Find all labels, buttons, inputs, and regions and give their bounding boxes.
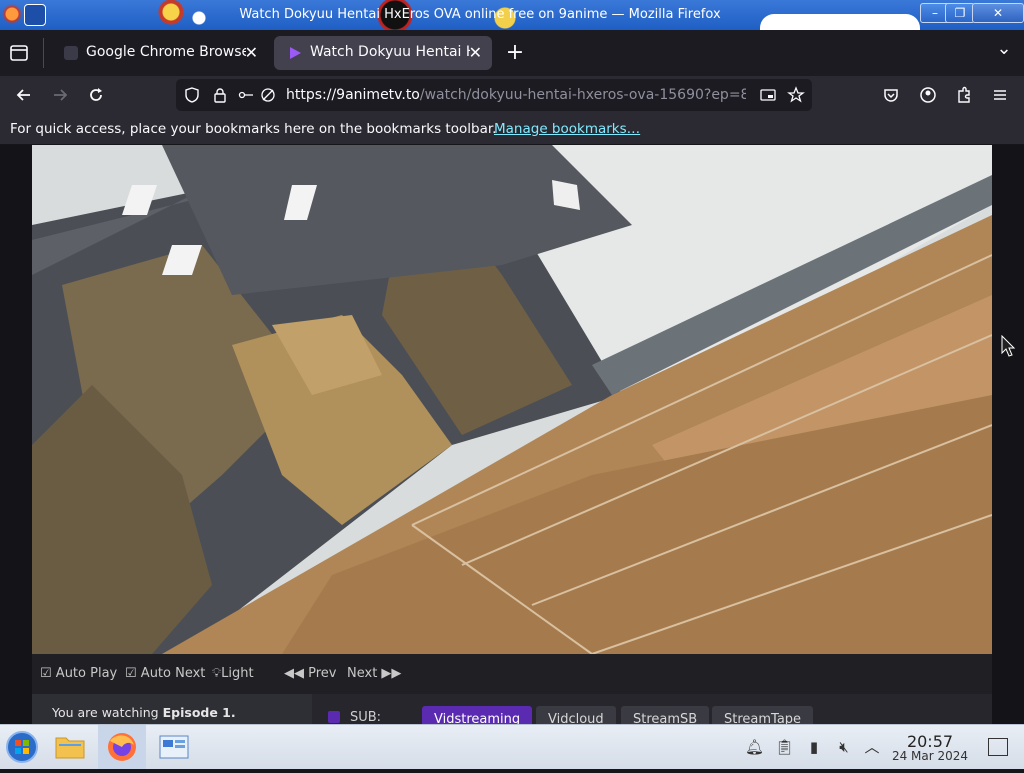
next-label: Next: [347, 666, 378, 681]
cc-icon: [328, 711, 340, 723]
play-favicon-icon: [290, 47, 301, 59]
bookmarks-toolbar: For quick access, place your bookmarks h…: [0, 114, 1024, 144]
taskbar: 🔔︎ 📋︎ ▮ 🔇︎ ︿ 20:57 24 Mar 2024: [0, 724, 1024, 769]
window-title: Watch Dokyuu Hentai HxEros OVA online fr…: [239, 7, 721, 22]
control-panel-button[interactable]: [155, 729, 193, 765]
url-text[interactable]: https://9animetv.to/watch/dokyuu-hentai-…: [286, 87, 746, 103]
sub-label: SUB:: [350, 710, 382, 725]
permissions-icon[interactable]: [238, 87, 254, 103]
url-bar[interactable]: https://9animetv.to/watch/dokyuu-hentai-…: [176, 79, 812, 111]
shield-icon[interactable]: [184, 87, 200, 103]
bookmarks-hint-text: For quick access, place your bookmarks h…: [10, 121, 497, 137]
arrow-right-icon: [54, 89, 68, 101]
forward-button[interactable]: [46, 82, 74, 108]
now-watching-text: You are watching Episode 1.: [52, 705, 236, 720]
notifications-icon[interactable]: 🔔︎: [745, 738, 764, 756]
checkbox-icon: ☑: [125, 666, 141, 681]
lock-icon[interactable]: [212, 87, 228, 103]
new-tab-button[interactable]: +: [505, 40, 525, 65]
tab-google-chrome[interactable]: Google Chrome Browser ✕: [50, 36, 268, 70]
pocket-icon[interactable]: [882, 86, 900, 104]
close-tab-icon[interactable]: ✕: [469, 43, 482, 62]
lightbulb-icon: 💡︎: [212, 666, 222, 681]
folder-icon: [55, 737, 85, 759]
show-hidden-icons-icon[interactable]: ︿: [863, 738, 881, 756]
titlebar-decoration: [760, 14, 920, 30]
checkbox-icon: ☑: [40, 666, 56, 681]
tab-label: Google Chrome Browser: [86, 44, 246, 60]
menu-hamburger-icon[interactable]: [991, 86, 1009, 104]
watching-prefix: You are watching: [52, 705, 159, 720]
light-label: Light: [221, 666, 254, 681]
account-icon[interactable]: [919, 86, 937, 104]
auto-play-label: Auto Play: [55, 666, 118, 681]
maximize-button[interactable]: ❐: [945, 3, 975, 23]
tab-divider: [43, 38, 44, 68]
firefox-view-button[interactable]: [8, 42, 30, 64]
picture-in-picture-icon[interactable]: [760, 87, 776, 103]
control-panel-icon: [159, 735, 189, 759]
light-toggle[interactable]: 💡︎Light: [212, 666, 254, 681]
server-selector: You are watching Episode 1. SUB: Vidstre…: [32, 694, 992, 734]
episode-number: Episode 1.: [162, 705, 236, 720]
tab-label: Watch Dokyuu Hentai Hx: [310, 44, 470, 60]
mouse-cursor-icon: [1001, 335, 1016, 357]
tab-9anime[interactable]: Watch Dokyuu Hentai Hx ✕: [274, 36, 492, 70]
video-frame-image: [32, 145, 992, 654]
firefox-icon[interactable]: [2, 4, 22, 24]
battery-icon[interactable]: ▮: [805, 738, 823, 756]
tracking-blocked-icon[interactable]: [260, 87, 276, 103]
arrow-left-icon: [16, 89, 30, 101]
start-orb-icon: [6, 731, 38, 763]
close-window-button[interactable]: ✕: [972, 3, 1024, 23]
start-menu-button[interactable]: [3, 729, 41, 765]
show-desktop-icon[interactable]: [988, 738, 1008, 756]
prev-episode-button[interactable]: ◀◀ Prev: [284, 666, 337, 681]
back-button[interactable]: [10, 82, 38, 108]
window-menu-icon[interactable]: [24, 4, 46, 26]
tab-bar: Google Chrome Browser ✕ Watch Dokyuu Hen…: [0, 30, 1024, 76]
player-controls: ☑ Auto Play ☑ Auto Next 💡︎Light ◀◀ Prev …: [32, 654, 992, 694]
prev-label: Prev: [308, 666, 337, 681]
window-titlebar: Watch Dokyuu Hentai HxEros OVA online fr…: [0, 0, 1024, 30]
auto-next-label: Auto Next: [140, 666, 206, 681]
volume-muted-icon[interactable]: 🔇︎: [835, 738, 853, 756]
auto-next-toggle[interactable]: ☑ Auto Next: [125, 666, 205, 681]
close-tab-icon[interactable]: ✕: [245, 43, 258, 62]
manage-bookmarks-link[interactable]: Manage bookmarks…: [494, 121, 640, 137]
rewind-icon: ◀◀: [284, 666, 309, 681]
next-episode-button[interactable]: Next ▶▶: [347, 666, 401, 681]
auto-play-toggle[interactable]: ☑ Auto Play: [40, 666, 117, 681]
tab-favicon-icon: [64, 46, 78, 60]
reload-icon: [90, 88, 102, 101]
firefox-taskbar-button[interactable]: [98, 725, 146, 769]
now-watching-panel: You are watching Episode 1.: [32, 694, 312, 724]
firefox-icon: [108, 733, 136, 761]
clock-date[interactable]: 24 Mar 2024: [880, 749, 980, 763]
page-content: ☑ Auto Play ☑ Auto Next 💡︎Light ◀◀ Prev …: [0, 145, 1024, 734]
firefox-view-icon: [10, 45, 28, 61]
extensions-icon[interactable]: [955, 86, 973, 104]
url-host: https://9animetv.to: [286, 87, 420, 103]
reload-button[interactable]: [82, 82, 110, 108]
bookmark-star-icon[interactable]: [787, 86, 805, 104]
fast-forward-icon: ▶▶: [377, 666, 402, 681]
clipboard-icon[interactable]: 📋︎: [775, 738, 794, 756]
file-manager-button[interactable]: [51, 729, 89, 765]
url-path: /watch/dokyuu-hentai-hxeros-ova-15690?ep…: [419, 87, 746, 103]
list-all-tabs-button[interactable]: ⌄: [994, 38, 1014, 59]
navigation-toolbar: https://9animetv.to/watch/dokyuu-hentai-…: [0, 76, 1024, 114]
video-player[interactable]: [32, 145, 992, 654]
